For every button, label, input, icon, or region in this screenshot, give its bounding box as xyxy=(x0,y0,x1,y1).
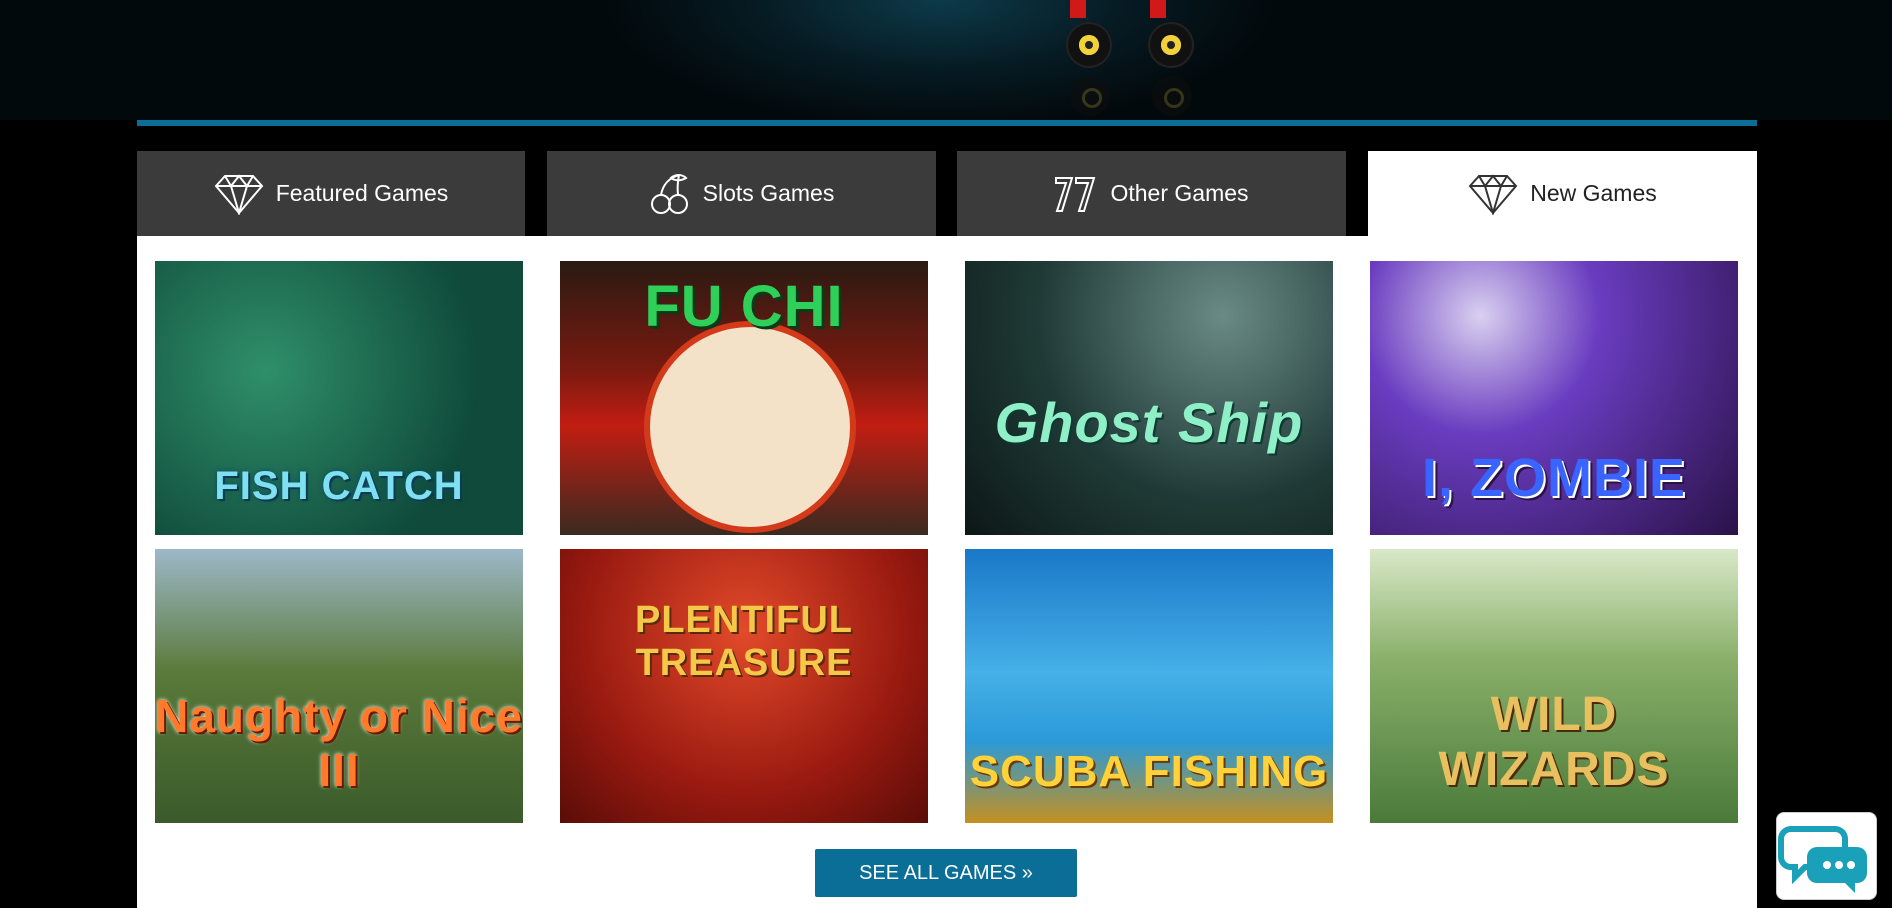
red-strap-right xyxy=(1150,0,1166,18)
game-card-i-zombie[interactable]: I, ZOMBIE xyxy=(1370,261,1738,535)
game-card-naughty-or-nice[interactable]: Naughty or Nice III xyxy=(155,549,523,823)
game-category-tabs: Featured Games Slots Games Other Games N… xyxy=(137,151,1757,236)
tab-slots-games[interactable]: Slots Games xyxy=(547,151,936,236)
tab-other-games[interactable]: Other Games xyxy=(957,151,1346,236)
knob-reflection-left xyxy=(1070,76,1110,116)
red-strap-left xyxy=(1070,0,1086,18)
diamond-icon xyxy=(214,173,264,215)
tab-label: Featured Games xyxy=(275,180,449,206)
accent-divider xyxy=(137,120,1757,126)
knob-right-icon xyxy=(1148,22,1194,68)
chat-widget-button[interactable] xyxy=(1776,812,1877,900)
tab-label: Other Games xyxy=(1110,180,1249,206)
knob-left-icon xyxy=(1066,22,1112,68)
tab-featured-games[interactable]: Featured Games xyxy=(137,151,525,236)
tab-label: Slots Games xyxy=(702,180,835,206)
knob-reflection-right xyxy=(1152,76,1192,116)
game-card-fish-catch[interactable]: FISH CATCH xyxy=(155,261,523,535)
tab-label: New Games xyxy=(1530,180,1657,206)
game-card-scuba-fishing[interactable]: SCUBA FISHING xyxy=(965,549,1333,823)
cherries-icon xyxy=(649,172,691,216)
game-card-fu-chi[interactable]: FU CHI xyxy=(560,261,928,535)
see-all-games-button[interactable]: SEE ALL GAMES » xyxy=(815,849,1077,897)
game-card-plentiful-treasure[interactable]: PLENTIFUL TREASURE xyxy=(560,549,928,823)
diamond-icon xyxy=(1468,173,1518,215)
medallion-image xyxy=(644,321,856,533)
game-card-ghost-ship[interactable]: Ghost Ship xyxy=(965,261,1333,535)
game-card-wild-wizards[interactable]: WILD WIZARDS xyxy=(1370,549,1738,823)
chat-bubbles-icon xyxy=(1777,826,1876,903)
sevens-icon xyxy=(1054,174,1098,214)
tab-new-games[interactable]: New Games xyxy=(1368,151,1757,236)
hero-banner xyxy=(0,0,1892,120)
